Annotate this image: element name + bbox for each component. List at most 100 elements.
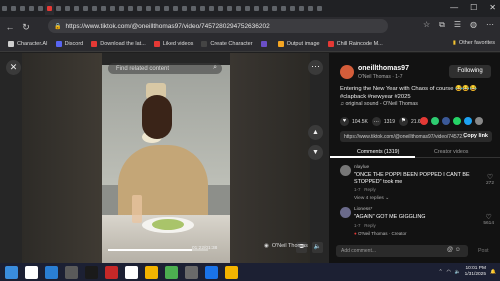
comment-user[interactable]: nlaylue bbox=[354, 165, 369, 170]
browser-tab[interactable] bbox=[198, 2, 207, 15]
comment-like[interactable]: ♡ 272 bbox=[486, 173, 494, 186]
browser-tab[interactable] bbox=[54, 2, 63, 15]
close-window-icon[interactable]: ✕ bbox=[489, 3, 496, 12]
browser-tab[interactable] bbox=[270, 2, 279, 15]
start-menu-icon[interactable] bbox=[5, 265, 18, 279]
bookmark-item[interactable]: Liked videos bbox=[153, 40, 193, 47]
bookmark-item[interactable]: Create Character bbox=[201, 40, 253, 47]
browser-tab[interactable] bbox=[0, 2, 9, 15]
like-stat[interactable]: ♥ 104.5K bbox=[340, 117, 368, 126]
maximize-icon[interactable]: ☐ bbox=[470, 3, 477, 12]
browser-tab[interactable] bbox=[216, 2, 225, 15]
share-platform-icon[interactable] bbox=[442, 117, 450, 125]
comment-stat[interactable]: … 1319 bbox=[371, 117, 395, 126]
bookmark-item[interactable]: Output image bbox=[277, 40, 320, 47]
browser-tab[interactable] bbox=[63, 2, 72, 15]
share-platform-icon[interactable] bbox=[475, 117, 483, 125]
next-video-button[interactable]: ▼ bbox=[308, 145, 323, 160]
username[interactable]: oneillthomas97 bbox=[358, 65, 409, 72]
browser-tab[interactable] bbox=[225, 2, 234, 15]
address-bar[interactable]: 🔒 https://www.tiktok.com/@oneillthomas97… bbox=[48, 19, 388, 33]
browser-tab[interactable] bbox=[234, 2, 243, 15]
bookmark-item[interactable]: Character.AI bbox=[8, 40, 48, 47]
wifi-icon[interactable]: ◠ bbox=[447, 270, 451, 275]
video-author-chip[interactable]: ◉ O'Neil Thomas bbox=[264, 243, 308, 249]
share-platform-icon[interactable] bbox=[453, 117, 461, 125]
taskbar-app-icon[interactable] bbox=[145, 265, 158, 279]
browser-tab[interactable] bbox=[90, 2, 99, 15]
close-video-button[interactable]: ✕ bbox=[6, 60, 21, 75]
bookmark-item[interactable] bbox=[260, 40, 270, 47]
taskbar-app-icon[interactable] bbox=[25, 265, 38, 279]
comment-avatar[interactable] bbox=[340, 165, 351, 176]
following-button[interactable]: Following bbox=[449, 65, 491, 78]
reply-button[interactable]: Reply bbox=[364, 223, 376, 228]
comment-avatar[interactable] bbox=[340, 207, 351, 218]
browser-tab[interactable] bbox=[18, 2, 27, 15]
taskbar-app-icon[interactable] bbox=[65, 265, 78, 279]
post-button[interactable]: Post bbox=[478, 248, 489, 254]
reply-button[interactable]: Reply bbox=[364, 187, 376, 192]
related-search-input[interactable]: Find related content ⌕ bbox=[108, 63, 222, 74]
sound-link[interactable]: ♫ original sound - O'Neil Thomas bbox=[340, 101, 418, 107]
avatar[interactable] bbox=[340, 65, 354, 79]
comment-like[interactable]: ♡ 5614 bbox=[483, 213, 494, 226]
share-link-row[interactable]: https://www.tiktok.com/@oneillthomas97/v… bbox=[340, 131, 492, 142]
browser-tab[interactable] bbox=[243, 2, 252, 15]
comment-user[interactable]: Lioness* bbox=[354, 207, 372, 212]
browser-tab[interactable] bbox=[9, 2, 18, 15]
browser-tab[interactable] bbox=[171, 2, 180, 15]
browser-tab[interactable] bbox=[207, 2, 216, 15]
tab-creator-videos[interactable]: Creator videos bbox=[434, 149, 468, 155]
chevron-up-icon[interactable]: ⌃ bbox=[438, 270, 442, 275]
bookmark-item[interactable]: Discord bbox=[55, 40, 83, 47]
browser-tab[interactable] bbox=[81, 2, 90, 15]
browser-tab[interactable] bbox=[252, 2, 261, 15]
browser-tab[interactable] bbox=[306, 2, 315, 15]
browser-tab[interactable] bbox=[108, 2, 117, 15]
mention-icon[interactable]: @ bbox=[447, 247, 453, 253]
share-platform-icon[interactable] bbox=[431, 117, 439, 125]
browser-tab[interactable] bbox=[36, 2, 45, 15]
search-icon[interactable]: ⌕ bbox=[213, 64, 217, 72]
browser-tab[interactable] bbox=[261, 2, 270, 15]
taskbar-app-icon[interactable] bbox=[225, 265, 238, 279]
browser-tab[interactable] bbox=[153, 2, 162, 15]
browser-tab[interactable] bbox=[45, 2, 54, 15]
more-options-button[interactable]: ⋯ bbox=[308, 60, 323, 75]
bookmark-item[interactable]: Download the lat... bbox=[91, 40, 146, 47]
back-icon[interactable]: ← bbox=[4, 21, 16, 33]
previous-video-button[interactable]: ▲ bbox=[308, 125, 323, 140]
browser-tab[interactable] bbox=[144, 2, 153, 15]
extensions-icon[interactable]: ⧉ bbox=[439, 20, 445, 30]
browser-tab[interactable] bbox=[99, 2, 108, 15]
emoji-icon[interactable]: ☺ bbox=[455, 247, 461, 253]
profile-icon[interactable]: ◍ bbox=[470, 20, 477, 30]
taskbar-app-icon[interactable] bbox=[85, 265, 98, 279]
taskbar-app-icon[interactable] bbox=[45, 265, 58, 279]
taskbar-app-icon[interactable] bbox=[185, 265, 198, 279]
taskbar-app-icon[interactable] bbox=[105, 265, 118, 279]
browser-tab[interactable] bbox=[189, 2, 198, 15]
share-platform-icon[interactable] bbox=[420, 117, 428, 125]
tab-comments[interactable]: Comments (1319) bbox=[357, 149, 399, 155]
browser-tab[interactable] bbox=[126, 2, 135, 15]
video-player[interactable] bbox=[102, 65, 230, 263]
favorites-icon[interactable]: ☰ bbox=[454, 20, 461, 30]
browser-tab[interactable] bbox=[135, 2, 144, 15]
other-favorites[interactable]: ▮ Other favorites bbox=[453, 40, 495, 46]
browser-tab[interactable] bbox=[279, 2, 288, 15]
minimize-icon[interactable]: — bbox=[450, 3, 458, 12]
copy-link-button[interactable]: Copy link bbox=[463, 133, 488, 139]
view-replies-button[interactable]: View 4 replies ⌄ bbox=[354, 196, 389, 201]
browser-tab[interactable] bbox=[162, 2, 171, 15]
browser-tab[interactable] bbox=[27, 2, 36, 15]
browser-tab[interactable] bbox=[117, 2, 126, 15]
browser-tab[interactable] bbox=[315, 2, 324, 15]
notification-icon[interactable]: 🔔 bbox=[490, 270, 496, 275]
browser-tab[interactable] bbox=[72, 2, 81, 15]
share-platform-icon[interactable] bbox=[464, 117, 472, 125]
taskbar-app-icon[interactable] bbox=[125, 265, 138, 279]
taskbar-app-icon[interactable] bbox=[165, 265, 178, 279]
browser-tab[interactable] bbox=[288, 2, 297, 15]
